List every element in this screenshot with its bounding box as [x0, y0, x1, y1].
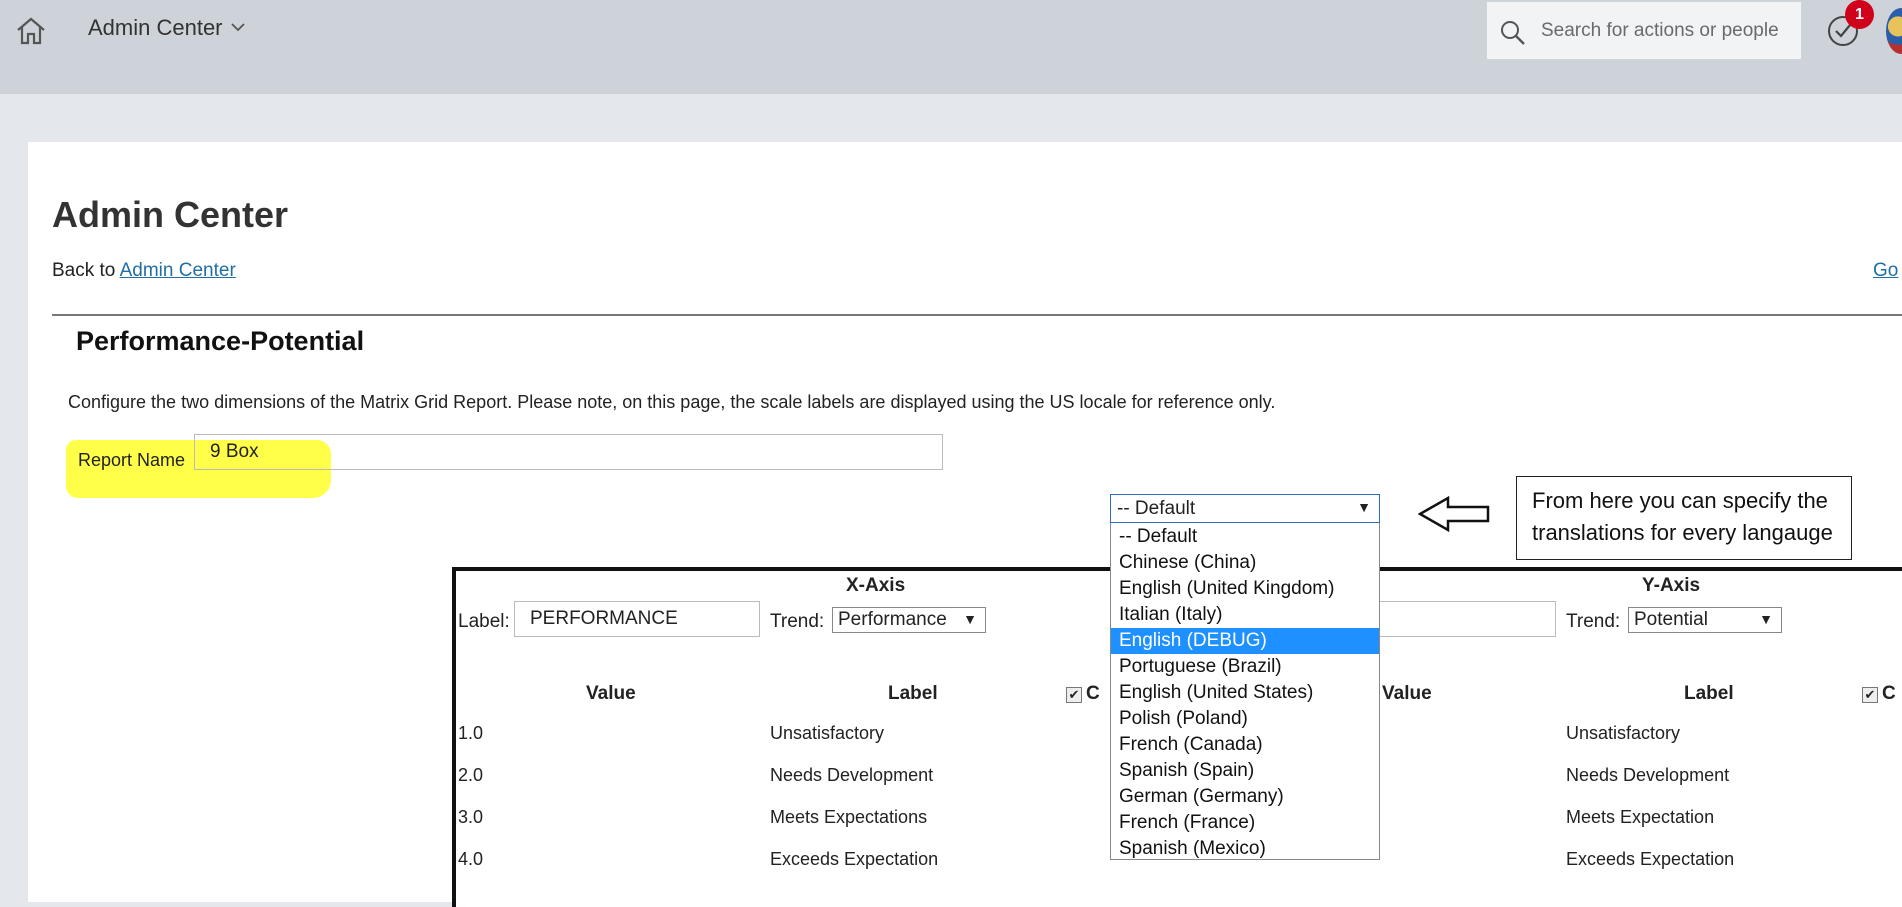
x-axis-label-caption: Label: — [458, 611, 510, 632]
language-option[interactable]: German (Germany) — [1111, 784, 1379, 810]
x-col-label-header: Label — [888, 683, 938, 704]
x-axis-trend-caption: Trend: — [770, 611, 825, 632]
back-to-admin-link[interactable]: Admin Center — [120, 260, 236, 281]
y-row-label: Exceeds Expectation — [1566, 849, 1735, 869]
left-arrow-icon — [1418, 495, 1490, 533]
language-option[interactable]: -- Default — [1111, 524, 1379, 550]
language-option[interactable]: English (United Kingdom) — [1111, 576, 1379, 602]
go-to-link[interactable]: Go — [1873, 260, 1898, 282]
x-col-value-header: Value — [586, 683, 636, 704]
annotation-callout: From here you can specify the translatio… — [1516, 476, 1852, 560]
y-col-value-header: Value — [1382, 683, 1432, 704]
shell-header: Admin Center 1 — [0, 0, 1902, 118]
x-row-label: Unsatisfactory — [770, 723, 885, 743]
module-label: Admin Center — [88, 15, 223, 40]
todo-count-badge: 1 — [1845, 0, 1874, 29]
x-col-cut-header: C — [1086, 683, 1100, 704]
y-col-cut-header: C — [1882, 683, 1896, 704]
x-row-label: Meets Expectations — [770, 807, 928, 827]
y-axis-title: Y-Axis — [1642, 575, 1701, 596]
y-cut-checkbox[interactable]: ✔ — [1862, 687, 1878, 703]
language-option[interactable]: French (Canada) — [1111, 732, 1379, 758]
breadcrumb: Back to Admin Center — [52, 260, 236, 282]
x-row-value: 4.0 — [458, 849, 484, 869]
search-input[interactable] — [1539, 14, 1789, 48]
language-dropdown-list: -- Default Chinese (China) English (United… — [1110, 523, 1380, 860]
language-option[interactable]: Chinese (China) — [1111, 550, 1379, 576]
language-option[interactable]: French (France) — [1111, 810, 1379, 836]
language-option[interactable]: Portuguese (Brazil) — [1111, 654, 1379, 680]
global-search — [1486, 1, 1802, 60]
y-row-label: Meets Expectation — [1566, 807, 1715, 827]
x-row-label: Needs Development — [770, 765, 934, 785]
dropdown-arrow-icon: ▼ — [963, 611, 977, 627]
x-row-label: Exceeds Expectation — [770, 849, 939, 869]
chevron-down-icon — [230, 23, 245, 32]
section-title: Performance-Potential — [76, 326, 365, 356]
language-option[interactable]: Italian (Italy) — [1111, 602, 1379, 628]
avatar[interactable] — [1886, 8, 1902, 54]
language-select[interactable]: -- Default ▼ — [1110, 494, 1380, 523]
report-name-input[interactable] — [194, 434, 943, 470]
y-axis-trend-select[interactable]: Potential ▼ — [1628, 607, 1782, 633]
y-row-label: Needs Development — [1566, 765, 1730, 785]
dropdown-arrow-icon: ▼ — [1357, 499, 1371, 515]
y-col-label-header: Label — [1684, 683, 1734, 704]
x-cut-checkbox[interactable]: ✔ — [1066, 687, 1082, 703]
home-icon[interactable] — [14, 14, 48, 48]
module-switcher[interactable]: Admin Center — [88, 15, 245, 41]
divider — [52, 314, 1902, 316]
page-title: Admin Center — [52, 194, 289, 235]
y-axis-trend-value: Potential — [1634, 609, 1708, 630]
language-option[interactable]: Polish (Poland) — [1111, 706, 1379, 732]
language-option[interactable]: English (United States) — [1111, 680, 1379, 706]
x-row-value: 1.0 — [458, 723, 484, 743]
x-row-value: 3.0 — [458, 807, 484, 827]
back-prefix: Back to — [52, 260, 120, 281]
search-icon — [1501, 21, 1525, 45]
language-selected-value: -- Default — [1117, 498, 1196, 519]
language-option[interactable]: English (DEBUG) — [1111, 628, 1379, 654]
x-axis-title: X-Axis — [846, 575, 906, 596]
language-option[interactable]: Spanish (Mexico) — [1111, 836, 1379, 862]
y-axis-trend-caption: Trend: — [1566, 611, 1621, 632]
y-row-label: Unsatisfactory — [1566, 723, 1681, 743]
x-row-value: 2.0 — [458, 765, 484, 785]
description-text: Configure the two dimensions of the Matr… — [68, 392, 1276, 412]
content-panel: Admin Center Back to Admin Center Go Per… — [28, 142, 1902, 907]
x-axis-trend-select[interactable]: Performance ▼ — [832, 607, 986, 633]
report-name-label: Report Name — [78, 450, 186, 470]
x-axis-trend-value: Performance — [838, 609, 947, 630]
dropdown-arrow-icon: ▼ — [1759, 611, 1773, 627]
language-option[interactable]: Spanish (Spain) — [1111, 758, 1379, 784]
x-axis-label-input[interactable] — [514, 601, 760, 637]
